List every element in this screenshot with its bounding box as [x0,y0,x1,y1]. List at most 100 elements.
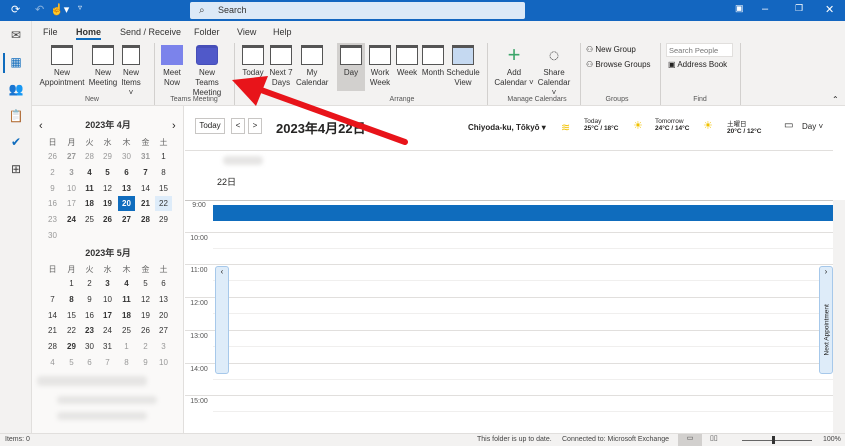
date-cell[interactable]: 1 [155,149,172,164]
todo-icon[interactable]: ✔ [8,135,24,151]
date-cell[interactable]: 27 [155,323,172,338]
date-cell[interactable]: 6 [118,165,135,180]
date-cell[interactable]: 7 [44,292,61,307]
minimize-button[interactable]: – [762,3,768,15]
meet-now-button[interactable]: Meet Now [159,45,185,88]
date-cell[interactable]: 18 [81,196,98,211]
new-appointment-button[interactable]: New Appointment [38,45,86,88]
date-cell[interactable]: 3 [99,276,116,291]
date-cell[interactable]: 31 [137,149,154,164]
calendar-event-block[interactable] [213,205,833,221]
date-cell[interactable]: 7 [137,165,154,180]
sync-icon[interactable]: ⟳ [11,3,20,16]
add-calendar-button[interactable]: + Add Calendar ˅ [494,44,534,88]
search-box[interactable]: ⌕ Search [190,2,525,19]
address-book-button[interactable]: ▣ Address Book [668,60,727,69]
date-cell[interactable]: 25 [81,212,98,227]
weather-today[interactable]: Today 25°C / 18°C [584,118,618,132]
date-cell[interactable]: 29 [155,212,172,227]
date-cell[interactable]: 6 [81,355,98,370]
date-cell[interactable]: 2 [81,276,98,291]
date-cell[interactable]: 27 [63,149,80,164]
schedule-view-button[interactable]: Schedule View [446,45,480,88]
new-items-button[interactable]: New Items ˅ [119,45,143,98]
date-cell[interactable]: 25 [118,323,135,338]
date-cell[interactable]: 20 [155,308,172,323]
date-cell[interactable]: 12 [137,292,154,307]
tab-help[interactable]: Help [273,27,292,37]
zoom-slider-thumb[interactable] [772,436,775,444]
half-hour-line[interactable] [213,313,833,315]
new-meeting-button[interactable]: New Meeting [88,45,118,88]
date-cell[interactable]: 15 [63,308,80,323]
date-cell[interactable]: 20 [118,196,135,212]
date-cell[interactable]: 10 [63,181,80,196]
tab-folder[interactable]: Folder [194,27,220,37]
mail-icon[interactable]: ✉ [8,28,24,44]
restore-button[interactable]: ❐ [795,3,803,14]
date-cell[interactable]: 8 [155,165,172,180]
half-hour-line[interactable] [213,411,833,413]
date-cell[interactable]: 5 [137,276,154,291]
weather-tomorrow[interactable]: Tomorrow 24°C / 14°C [655,118,689,132]
date-cell[interactable]: 9 [44,181,61,196]
date-cell[interactable]: 4 [118,276,135,291]
date-cell[interactable]: 26 [44,149,61,164]
date-cell[interactable]: 22 [63,323,80,338]
view-dropdown[interactable]: Day ˅ [802,122,823,131]
date-cell[interactable]: 5 [99,165,116,180]
browse-groups-button[interactable]: ⚇ Browse Groups [586,60,651,69]
date-cell[interactable]: 30 [118,149,135,164]
date-cell[interactable]: 1 [63,276,80,291]
date-cell[interactable]: 29 [63,339,80,354]
date-cell[interactable]: 26 [137,323,154,338]
date-cell[interactable]: 21 [44,323,61,338]
date-cell[interactable]: 18 [118,308,135,323]
date-cell[interactable]: 15 [155,181,172,196]
date-cell[interactable]: 8 [118,355,135,370]
reading-view-button[interactable]: ▯▯ [710,434,718,442]
date-cell[interactable]: 29 [99,149,116,164]
month-button[interactable]: Month [421,45,445,78]
date-cell[interactable]: 31 [99,339,116,354]
date-cell[interactable]: 17 [63,196,80,211]
date-cell[interactable]: 6 [155,276,172,291]
date-cell[interactable]: 19 [99,196,116,211]
date-cell[interactable]: 14 [44,308,61,323]
date-cell[interactable]: 19 [137,308,154,323]
date-cell[interactable]: 30 [81,339,98,354]
zoom-slider[interactable] [742,440,812,441]
tab-file[interactable]: File [43,27,58,37]
date-cell[interactable]: 10 [99,292,116,307]
half-hour-line[interactable] [213,280,833,282]
date-cell[interactable]: 4 [81,165,98,180]
date-cell[interactable]: 14 [137,181,154,196]
date-cell[interactable]: 3 [63,165,80,180]
half-hour-line[interactable] [213,247,833,249]
date-cell[interactable]: 2 [137,339,154,354]
date-cell[interactable]: 4 [44,355,61,370]
tab-send-receive[interactable]: Send / Receive [120,27,181,37]
date-cell[interactable]: 28 [81,149,98,164]
date-cell[interactable]: 11 [118,292,135,307]
close-button[interactable]: ✕ [825,3,834,16]
date-cell[interactable]: 12 [99,181,116,196]
customize-toolbar-icon[interactable]: ▿ [78,3,82,12]
undo-icon[interactable]: ↶ [35,3,44,16]
weather-saturday[interactable]: 土曜日 20°C / 12°C [727,118,761,135]
date-cell[interactable]: 9 [81,292,98,307]
date-cell[interactable]: 22 [155,196,172,212]
search-people-input[interactable]: Search People [666,43,733,57]
date-cell[interactable]: 7 [99,355,116,370]
tasks-icon[interactable]: 📋 [8,109,24,125]
date-cell[interactable]: 13 [118,181,135,196]
date-cell[interactable]: 16 [81,308,98,323]
date-cell[interactable]: 3 [155,339,172,354]
previous-appointment-tab[interactable]: ‹ [215,266,229,374]
next-appointment-tab[interactable]: › Next Appointment [819,266,833,374]
half-hour-line[interactable] [213,345,833,347]
apps-icon[interactable]: ⊞ [8,162,24,178]
vertical-scrollbar[interactable] [833,200,845,433]
collapse-ribbon-icon[interactable]: ⌃ [832,95,839,104]
date-cell[interactable]: 5 [63,355,80,370]
